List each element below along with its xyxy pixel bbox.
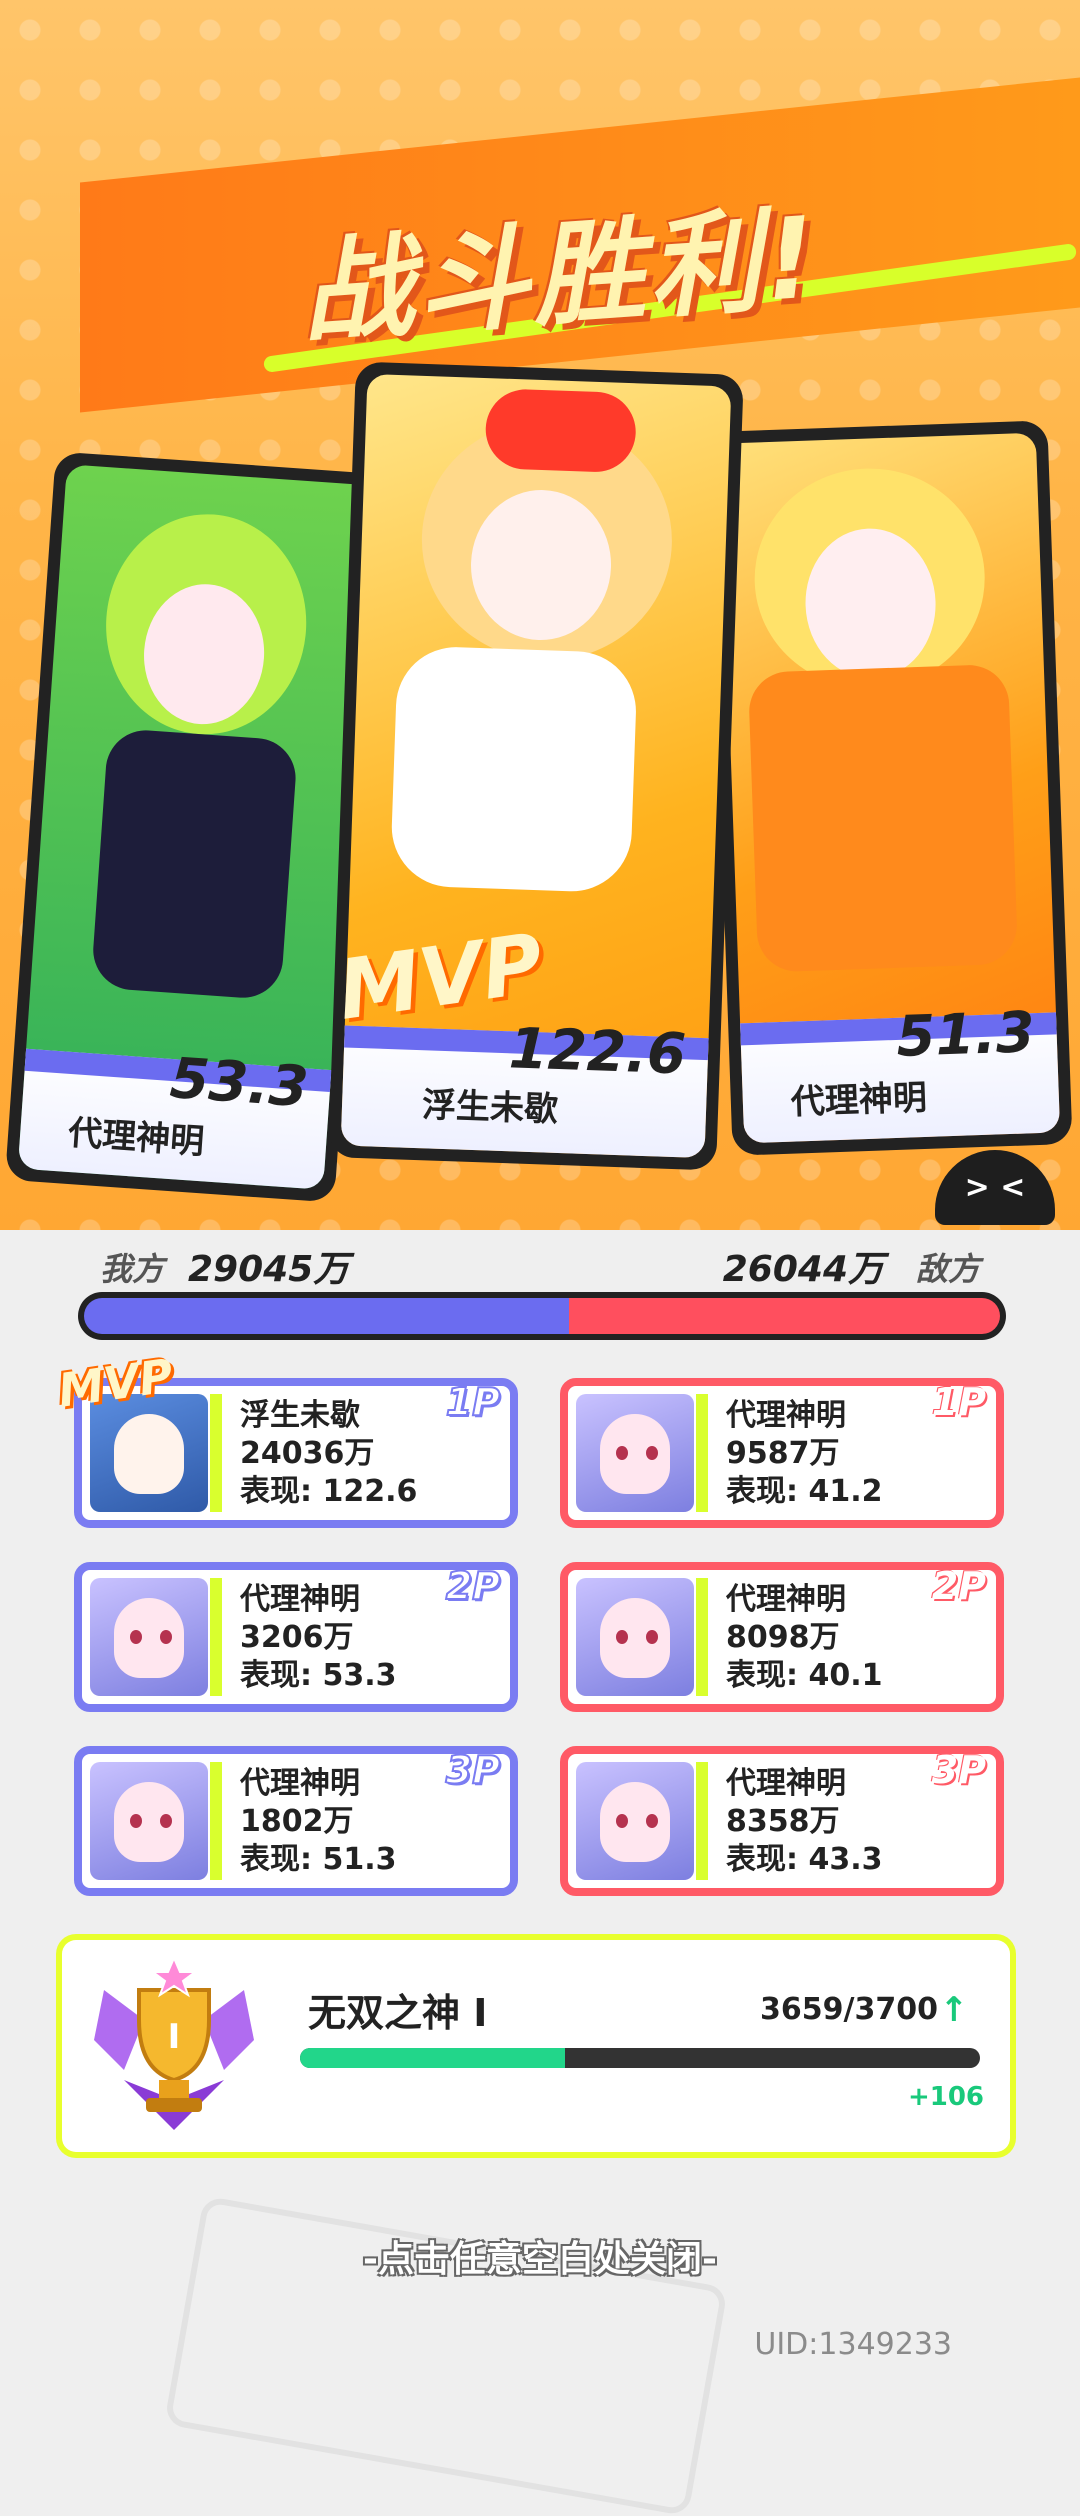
character-body	[90, 727, 299, 1001]
player-avatar	[576, 1394, 694, 1512]
player-performance: 表现: 53.3	[240, 1658, 397, 1693]
character-dress	[389, 645, 638, 894]
card-score: 51.3	[895, 1000, 1036, 1070]
close-hint[interactable]: -点击任意空白处关闭-	[0, 2230, 1080, 2282]
victory-banner: 战斗胜利! 53.3 代理神明 51.3 代理神明 122.6 浮生未歇 MVP…	[0, 0, 1080, 1230]
enemy-team-label: 敌方	[915, 1250, 980, 1288]
trophy-icon: I	[94, 1955, 254, 2130]
card-name: 代理神明	[790, 1077, 928, 1123]
rank-points-gain: +106	[907, 2082, 984, 2112]
svg-text:I: I	[168, 2017, 181, 2057]
player-performance: 表现: 122.6	[240, 1474, 418, 1509]
character-card-left[interactable]: 53.3 代理神明	[4, 451, 386, 1203]
card-name: 浮生未歇	[421, 1085, 559, 1130]
player-performance: 表现: 40.1	[726, 1658, 883, 1693]
card-score: 122.6	[507, 1016, 688, 1088]
player-card[interactable]: 代理神明 8358万 表现: 43.3 3P	[560, 1746, 1004, 1896]
card-score: 53.3	[167, 1045, 311, 1121]
character-card-mvp[interactable]: 122.6 浮生未歇	[328, 361, 744, 1171]
card-name: 代理神明	[66, 1112, 206, 1163]
player-avatar	[576, 1578, 694, 1696]
user-id: UID:1349233	[754, 2327, 952, 2362]
player-avatar	[90, 1578, 208, 1696]
player-card[interactable]: 代理神明 3206万 表现: 53.3 2P	[74, 1562, 518, 1712]
player-rank: 2P	[931, 1564, 986, 1608]
player-card[interactable]: 代理神明 9587万 表现: 41.2 1P	[560, 1378, 1004, 1528]
player-rank: 1P	[931, 1380, 986, 1424]
rank-progress-text: 3659/3700	[760, 1992, 938, 2027]
rank-progress-card[interactable]: I 无双之神 I 3659/3700 ↑ +106	[62, 1940, 1010, 2152]
player-rank: 1P	[445, 1379, 501, 1425]
character-bow	[484, 388, 638, 474]
my-team-total: 29045万	[188, 1249, 350, 1290]
team-totals: 我方 29045万 26044万 敌方	[100, 1240, 980, 1290]
my-team-bar	[84, 1298, 569, 1334]
team-score-bar	[78, 1292, 1006, 1340]
enemy-team-total: 26044万	[722, 1249, 884, 1290]
player-performance: 表现: 51.3	[240, 1842, 397, 1877]
player-card[interactable]: 代理神明 8098万 表现: 40.1 2P	[560, 1562, 1004, 1712]
player-avatar	[576, 1762, 694, 1880]
enemy-team-bar	[569, 1298, 1000, 1334]
player-avatar	[90, 1394, 208, 1512]
player-avatar	[90, 1762, 208, 1880]
player-rank: 3P	[445, 1747, 501, 1793]
rank-progress-fill	[300, 2048, 566, 2068]
rank-progress-bar	[300, 2048, 980, 2068]
rank-title: 无双之神 I	[308, 1991, 488, 2035]
character-jacket	[747, 663, 1019, 973]
player-performance: 表现: 41.2	[726, 1474, 883, 1509]
player-performance: 表现: 43.3	[726, 1842, 883, 1877]
my-team-label: 我方	[100, 1250, 165, 1288]
player-rank: 3P	[931, 1748, 986, 1792]
player-card[interactable]: 代理神明 1802万 表现: 51.3 3P	[74, 1746, 518, 1896]
arrow-up-icon: ↑	[939, 1990, 969, 2030]
character-card-right[interactable]: 51.3 代理神明	[707, 420, 1073, 1156]
player-rank: 2P	[445, 1563, 501, 1609]
